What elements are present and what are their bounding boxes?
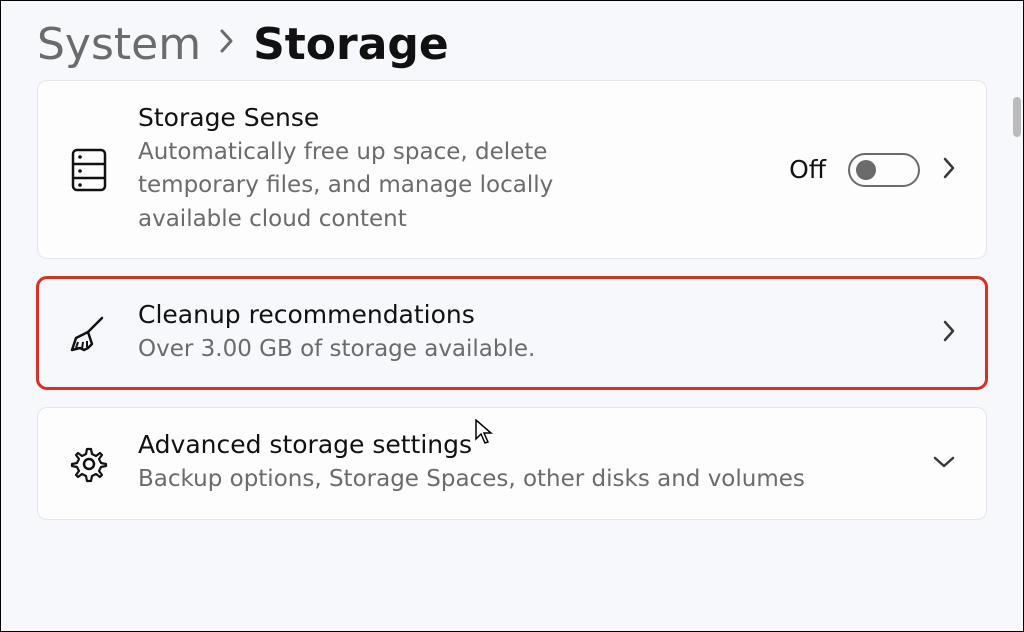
storage-sense-subtitle: Automatically free up space, delete temp…	[138, 136, 558, 236]
cleanup-recommendations-card[interactable]: Cleanup recommendations Over 3.00 GB of …	[37, 277, 987, 389]
scrollbar-thumb[interactable]	[1013, 97, 1021, 137]
breadcrumb-parent[interactable]: System	[37, 19, 201, 70]
advanced-subtitle: Backup options, Storage Spaces, other di…	[138, 463, 904, 496]
cleanup-title: Cleanup recommendations	[138, 300, 914, 329]
drive-icon	[68, 148, 110, 192]
storage-sense-toggle-label: Off	[789, 155, 826, 184]
gear-icon	[68, 445, 110, 483]
broom-icon	[68, 312, 110, 354]
breadcrumb-current: Storage	[253, 19, 449, 70]
chevron-right-icon	[942, 319, 956, 347]
storage-sense-title: Storage Sense	[138, 103, 761, 132]
advanced-title: Advanced storage settings	[138, 430, 904, 459]
advanced-storage-card[interactable]: Advanced storage settings Backup options…	[37, 407, 987, 519]
storage-sense-card[interactable]: Storage Sense Automatically free up spac…	[37, 80, 987, 259]
chevron-right-icon	[219, 27, 235, 62]
chevron-right-icon	[942, 156, 956, 184]
chevron-down-icon	[932, 454, 956, 473]
cleanup-subtitle: Over 3.00 GB of storage available.	[138, 333, 914, 366]
toggle-knob	[856, 160, 876, 180]
breadcrumb: System Storage	[1, 1, 1023, 80]
storage-sense-toggle[interactable]	[848, 153, 920, 187]
